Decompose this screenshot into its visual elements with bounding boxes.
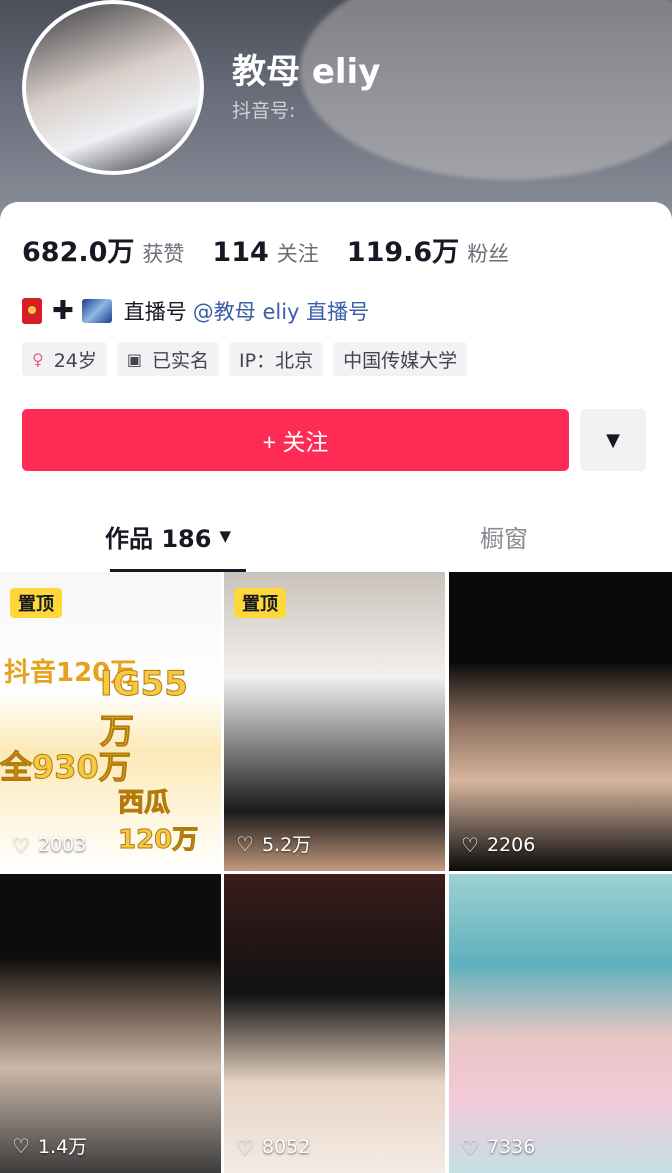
like-count: ♡ 7336 (461, 1135, 535, 1159)
female-icon: ♀ (32, 349, 44, 369)
follow-button[interactable]: + 关注 (22, 409, 569, 471)
thumbnail-caption: 西瓜120万 (118, 788, 199, 856)
thumbnail-caption: IG55万 (100, 664, 189, 753)
video-thumbnail[interactable]: 置顶 ♡ 5.2万 (224, 572, 445, 871)
stats-row: 682.0万 获赞 114 关注 119.6万 粉丝 (22, 230, 537, 269)
red-badge-icon (22, 298, 42, 324)
stat-followers-value: 119.6万 (346, 237, 460, 268)
video-thumbnail[interactable]: ♡ 8052 (224, 874, 445, 1173)
plus-icon: ✚ (52, 296, 74, 326)
like-count-value: 8052 (261, 1136, 311, 1158)
avatar[interactable] (22, 0, 204, 175)
video-grid: 抖音120万 IG55万 全930万 西瓜120万 置顶 ♡ 2003 置顶 ♡… (0, 572, 672, 1173)
stat-followers[interactable]: 119.6万 粉丝 (347, 230, 509, 269)
douyin-id-label: 抖音号: (232, 100, 296, 122)
content-tabs: 作品 186 ▼ 橱窗 (0, 500, 672, 572)
tab-works[interactable]: 作品 186 ▼ (0, 500, 336, 572)
like-count: ♡ 5.2万 (236, 830, 311, 857)
like-count: ♡ 2206 (461, 833, 535, 857)
pinned-badge: 置顶 (10, 588, 62, 618)
stat-likes[interactable]: 682.0万 获赞 (22, 230, 184, 269)
tag-verified-label: 已实名 (152, 349, 210, 372)
heart-icon: ♡ (12, 833, 30, 857)
thumbnail-image (449, 572, 672, 871)
video-thumbnail[interactable]: 抖音120万 IG55万 全930万 西瓜120万 置顶 ♡ 2003 (0, 572, 221, 871)
tag-age-label: 24岁 (53, 349, 97, 372)
username: 教母 eliy (232, 52, 381, 92)
like-count-value: 7336 (486, 1136, 536, 1158)
like-count-value: 2003 (37, 834, 87, 856)
tab-window[interactable]: 橱窗 (336, 500, 672, 572)
video-thumbnail[interactable]: ♡ 7336 (449, 874, 672, 1173)
thumbnail-image (0, 874, 221, 1173)
profile-tags: ♀ 24岁 ▣ 已实名 IP：北京 中国传媒大学 (22, 342, 477, 376)
like-count-value: 2206 (486, 834, 536, 856)
tag-ip: IP：北京 (229, 342, 324, 376)
tag-verified: ▣ 已实名 (116, 342, 220, 376)
heart-icon: ♡ (461, 833, 479, 857)
live-account-link[interactable]: @教母 eliy 直播号 (193, 296, 369, 326)
thumbnail-image (449, 874, 672, 1173)
tag-school[interactable]: 中国传媒大学 (333, 342, 468, 376)
id-card-icon: ▣ (126, 349, 143, 369)
live-account-row[interactable]: ✚ 直播号 @教母 eliy 直播号 (22, 294, 369, 328)
thumbnail-image (224, 874, 445, 1173)
tag-ip-label: IP：北京 (239, 349, 314, 372)
heart-icon: ♡ (236, 1135, 254, 1159)
chevron-down-icon: ▼ (606, 429, 620, 451)
live-label: 直播号 (123, 300, 187, 324)
stat-following[interactable]: 114 关注 (212, 237, 318, 268)
more-options-button[interactable]: ▼ (580, 409, 646, 471)
stat-followers-label: 粉丝 (467, 242, 510, 266)
video-thumbnail[interactable]: ♡ 1.4万 (0, 874, 221, 1173)
stat-likes-label: 获赞 (142, 242, 185, 266)
like-count-value: 1.4万 (37, 1136, 88, 1158)
heart-icon: ♡ (12, 1133, 30, 1158)
pinned-badge: 置顶 (234, 588, 286, 618)
video-thumbnail[interactable]: ♡ 2206 (449, 572, 672, 871)
like-count: ♡ 8052 (236, 1135, 310, 1159)
stat-following-value: 114 (212, 237, 269, 268)
like-count: ♡ 2003 (12, 833, 86, 857)
stat-likes-value: 682.0万 (22, 237, 135, 268)
heart-icon: ♡ (236, 831, 254, 856)
tab-works-label: 作品 186 (105, 524, 212, 553)
thumbnail-caption: 全930万 (0, 748, 131, 787)
heart-icon: ♡ (461, 1135, 479, 1159)
badge-icon (81, 299, 112, 323)
stat-following-label: 关注 (276, 242, 319, 266)
tag-school-label: 中国传媒大学 (343, 349, 458, 372)
tag-age: ♀ 24岁 (22, 342, 107, 376)
like-count-value: 5.2万 (261, 834, 312, 856)
caret-down-icon: ▼ (219, 527, 231, 545)
like-count: ♡ 1.4万 (12, 1132, 87, 1159)
